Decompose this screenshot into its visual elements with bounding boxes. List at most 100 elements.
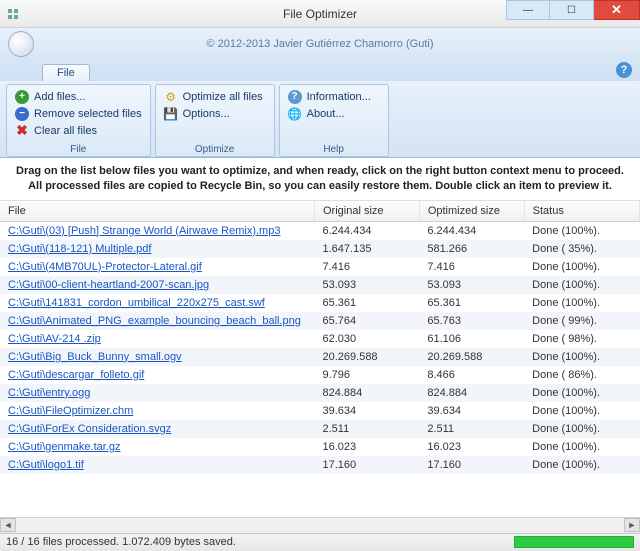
table-row[interactable]: C:\Guti\FileOptimizer.chm39.63439.634Don… <box>0 402 640 420</box>
cell-original-size: 2.511 <box>315 420 420 438</box>
app-header: © 2012-2013 Javier Gutiérrez Chamorro (G… <box>0 28 640 59</box>
information-button[interactable]: ?Information... <box>285 88 383 105</box>
remove-files-button[interactable]: −Remove selected files <box>12 105 145 122</box>
cell-optimized-size: 17.160 <box>419 456 524 474</box>
cell-optimized-size: 2.511 <box>419 420 524 438</box>
horizontal-scrollbar[interactable]: ◄ ► <box>0 517 640 533</box>
cell-status: Done (100%). <box>524 420 639 438</box>
file-link[interactable]: C:\Guti\FileOptimizer.chm <box>8 405 133 417</box>
table-row[interactable]: C:\Guti\00-client-heartland-2007-scan.jp… <box>0 276 640 294</box>
minimize-button[interactable]: — <box>506 0 550 20</box>
status-bar: 16 / 16 files processed. 1.072.409 bytes… <box>0 533 640 551</box>
file-link[interactable]: C:\Guti\descargar_folleto.gif <box>8 369 144 381</box>
about-button[interactable]: 🌐About... <box>285 105 383 122</box>
table-row[interactable]: C:\Guti\141831_cordon_umbilical_220x275_… <box>0 294 640 312</box>
file-link[interactable]: C:\Guti\genmake.tar.gz <box>8 441 121 453</box>
ribbon-group-optimize: ⚙Optimize all files 💾 Options... Optimize <box>155 84 275 157</box>
x-icon: ✖ <box>15 124 29 138</box>
options-button[interactable]: 💾 Options... <box>161 105 269 122</box>
optimize-all-button[interactable]: ⚙Optimize all files <box>161 88 269 105</box>
plus-icon: + <box>15 90 29 104</box>
table-row[interactable]: C:\Guti\(118-121) Multiple.pdf 1.647.1355… <box>0 240 640 258</box>
cell-original-size: 39.634 <box>315 402 420 420</box>
file-link[interactable]: C:\Guti\(118-121) Multiple.pdf <box>8 243 151 255</box>
cell-original-size: 824.884 <box>315 384 420 402</box>
cell-status: Done ( 98%). <box>524 330 639 348</box>
cell-status: Done (100%). <box>524 402 639 420</box>
cell-status: Done (100%). <box>524 348 639 366</box>
table-row[interactable]: C:\Guti\(03) [Push] Strange World (Airwa… <box>0 221 640 240</box>
cell-original-size: 65.361 <box>315 294 420 312</box>
ribbon: +Add files... −Remove selected files ✖ Cl… <box>0 81 640 158</box>
cell-original-size: 20.269.588 <box>315 348 420 366</box>
table-row[interactable]: C:\Guti\(4MB70UL)-Protector-Lateral.gif 7… <box>0 258 640 276</box>
file-link[interactable]: C:\Guti\141831_cordon_umbilical_220x275_… <box>8 297 265 309</box>
file-link[interactable]: C:\Guti\ForEx Consideration.svgz <box>8 423 171 435</box>
cell-original-size: 7.416 <box>315 258 420 276</box>
cell-status: Done ( 35%). <box>524 240 639 258</box>
file-link[interactable]: C:\Guti\(03) [Push] Strange World (Airwa… <box>8 225 280 237</box>
help-icon[interactable]: ? <box>616 62 632 78</box>
col-status[interactable]: Status <box>524 201 639 222</box>
table-row[interactable]: C:\Guti\Big_Buck_Bunny_small.ogv 20.269.5… <box>0 348 640 366</box>
cell-status: Done (100%). <box>524 276 639 294</box>
file-link[interactable]: C:\Guti\entry.ogg <box>8 387 90 399</box>
cell-optimized-size: 7.416 <box>419 258 524 276</box>
add-files-button[interactable]: +Add files... <box>12 88 145 105</box>
file-table-container[interactable]: File Original size Optimized size Status… <box>0 201 640 517</box>
table-row[interactable]: C:\Guti\AV-214 .zip 62.03061.106Done ( 98… <box>0 330 640 348</box>
cell-optimized-size: 65.361 <box>419 294 524 312</box>
instruction-text: Drag on the list below files you want to… <box>0 158 640 201</box>
cell-status: Done (100%). <box>524 294 639 312</box>
file-link[interactable]: C:\Guti\Big_Buck_Bunny_small.ogv <box>8 351 182 363</box>
cell-status: Done ( 99%). <box>524 312 639 330</box>
table-row[interactable]: C:\Guti\entry.ogg824.884824.884Done (100… <box>0 384 640 402</box>
cell-optimized-size: 824.884 <box>419 384 524 402</box>
table-row[interactable]: C:\Guti\Animated_PNG_example_bouncing_be… <box>0 312 640 330</box>
col-file[interactable]: File <box>0 201 315 222</box>
table-row[interactable]: C:\Guti\logo1.tif17.16017.160Done (100%)… <box>0 456 640 474</box>
gear-icon: ⚙ <box>164 90 178 104</box>
disk-icon: 💾 <box>164 107 178 121</box>
globe-icon: 🌐 <box>288 107 302 121</box>
window-buttons: — ☐ ✕ <box>506 0 640 20</box>
status-text: 16 / 16 files processed. 1.072.409 bytes… <box>6 536 236 548</box>
cell-optimized-size: 581.266 <box>419 240 524 258</box>
cell-status: Done (100%). <box>524 384 639 402</box>
close-button[interactable]: ✕ <box>594 0 640 20</box>
file-link[interactable]: C:\Guti\00-client-heartland-2007-scan.jp… <box>8 279 209 291</box>
file-link[interactable]: C:\Guti\Animated_PNG_example_bouncing_be… <box>8 315 301 327</box>
file-link[interactable]: C:\Guti\(4MB70UL)-Protector-Lateral.gif <box>8 261 202 273</box>
file-link[interactable]: C:\Guti\logo1.tif <box>8 459 84 471</box>
progress-bar <box>514 536 634 548</box>
file-link[interactable]: C:\Guti\AV-214 .zip <box>8 333 101 345</box>
cell-original-size: 65.764 <box>315 312 420 330</box>
cell-optimized-size: 20.269.588 <box>419 348 524 366</box>
avatar-icon <box>8 31 34 57</box>
options-label: Options... <box>183 108 230 120</box>
col-optimized-size[interactable]: Optimized size <box>419 201 524 222</box>
copyright-text: © 2012-2013 Javier Gutiérrez Chamorro (G… <box>207 38 434 50</box>
cell-original-size: 17.160 <box>315 456 420 474</box>
cell-original-size: 1.647.135 <box>315 240 420 258</box>
table-row[interactable]: C:\Guti\genmake.tar.gz16.02316.023Done (… <box>0 438 640 456</box>
maximize-button[interactable]: ☐ <box>550 0 594 20</box>
group-optimize-label: Optimize <box>161 143 269 156</box>
cell-optimized-size: 61.106 <box>419 330 524 348</box>
scroll-right-icon[interactable]: ► <box>624 518 640 532</box>
cell-status: Done (100%). <box>524 258 639 276</box>
group-file-label: File <box>12 143 145 156</box>
table-row[interactable]: C:\Guti\ForEx Consideration.svgz 2.5112.5… <box>0 420 640 438</box>
ribbon-group-file: +Add files... −Remove selected files ✖ Cl… <box>6 84 151 157</box>
remove-files-label: Remove selected files <box>34 108 142 120</box>
clear-files-button[interactable]: ✖ Clear all files <box>12 122 145 139</box>
cell-optimized-size: 16.023 <box>419 438 524 456</box>
col-original-size[interactable]: Original size <box>315 201 420 222</box>
scroll-left-icon[interactable]: ◄ <box>0 518 16 532</box>
clear-files-label: Clear all files <box>34 125 97 137</box>
minus-icon: − <box>15 107 29 121</box>
cell-status: Done (100%). <box>524 438 639 456</box>
tab-file[interactable]: File <box>42 64 90 81</box>
cell-original-size: 62.030 <box>315 330 420 348</box>
table-row[interactable]: C:\Guti\descargar_folleto.gif9.7968.466D… <box>0 366 640 384</box>
